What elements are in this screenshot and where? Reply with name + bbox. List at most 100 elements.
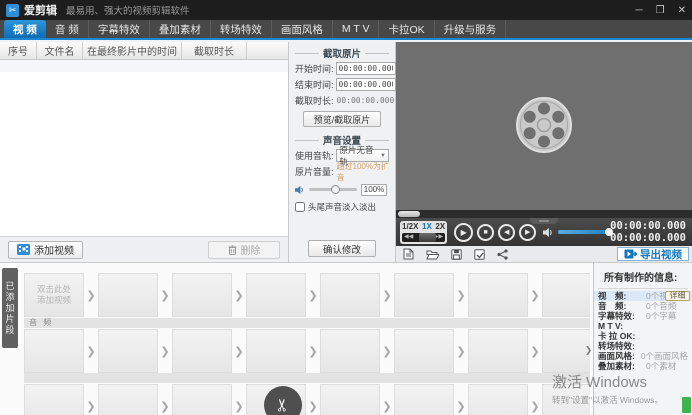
transition-chevron-icon <box>528 400 542 413</box>
share-icon[interactable] <box>497 249 508 260</box>
info-row-video: 视 频: 0个视频 详细 <box>594 291 692 301</box>
timeline-clip-slot[interactable] <box>320 273 380 317</box>
timeline-clip-slot[interactable] <box>24 384 84 415</box>
info-row-mtv: M T V: <box>594 321 692 331</box>
transition-chevron-icon <box>380 400 394 413</box>
timeline-clip-slot[interactable] <box>24 329 84 373</box>
tab-transition-effects[interactable]: 转场特效 <box>211 20 272 38</box>
end-time-input[interactable] <box>336 78 396 91</box>
audio-track-label: 使用音轨: <box>295 149 334 162</box>
tab-mtv[interactable]: M T V <box>333 20 380 38</box>
fade-checkbox[interactable] <box>295 202 305 212</box>
player-toolbar: 导出视频 <box>396 246 692 262</box>
timeline-clip-slot[interactable] <box>468 329 528 373</box>
timeline-clip-slot[interactable] <box>542 273 590 317</box>
col-clip-duration[interactable]: 截取时长 <box>182 42 247 59</box>
tab-audio[interactable]: 音 频 <box>46 20 89 38</box>
transition-chevron-icon <box>232 289 246 302</box>
clip-settings-panel: 截取原片 开始时间: 结束时间: 截取时长: 00:00:00.000 预览/截… <box>289 42 396 262</box>
timeline-clip-slot[interactable] <box>394 384 454 415</box>
rewind-icon: ◀◀ <box>404 233 413 242</box>
volume-slider-knob[interactable] <box>331 185 340 194</box>
stop-button[interactable]: ■ <box>477 224 494 241</box>
minimize-button[interactable]: ─ <box>636 5 643 16</box>
volume-slider[interactable] <box>309 188 357 191</box>
tab-overlay-material[interactable]: 叠加素材 <box>150 20 211 38</box>
timeline-clip-slot[interactable] <box>542 384 590 415</box>
window-controls: ─ ❐ ✕ <box>636 5 686 16</box>
fade-row: 头尾声音淡入淡出 <box>295 201 389 213</box>
tab-upgrade[interactable]: 升级与服务 <box>435 20 507 38</box>
start-time-input[interactable] <box>336 62 396 75</box>
transition-chevron-icon <box>306 289 320 302</box>
timeline-clip-slot[interactable] <box>246 329 306 373</box>
video-preview <box>396 42 692 210</box>
seek-bar[interactable] <box>396 210 692 218</box>
transition-chevron-icon <box>454 400 468 413</box>
timeline-clip-slot[interactable] <box>172 384 232 415</box>
tab-video[interactable]: 视 频 <box>4 20 46 38</box>
tab-subtitle-effects[interactable]: 字幕特效 <box>89 20 150 38</box>
speed-scrubber-knob[interactable] <box>419 233 436 242</box>
timeline-clip-slot[interactable] <box>172 329 232 373</box>
player-volume-slider[interactable] <box>558 230 610 234</box>
preview-trim-button[interactable]: 预览/截取原片 <box>303 111 382 127</box>
file-list-stripe <box>0 60 288 72</box>
end-time-row: 结束时间: <box>295 78 389 91</box>
confirm-changes-button[interactable]: 确认修改 <box>308 240 376 257</box>
timeline-clip-slot[interactable] <box>394 329 454 373</box>
timeline-clip-slot[interactable] <box>320 329 380 373</box>
transition-chevron-icon <box>528 289 542 302</box>
speed-scrubber[interactable]: ◀◀ ▶▶ <box>402 233 445 242</box>
timeline-clip-slot[interactable] <box>98 384 158 415</box>
timeline-clip-slot[interactable] <box>542 329 590 373</box>
tab-karaoke[interactable]: 卡拉OK <box>379 20 434 38</box>
add-video-button[interactable]: 添加视频 <box>8 241 83 259</box>
open-project-icon[interactable] <box>426 249 439 260</box>
tab-picture-style[interactable]: 画面风格 <box>272 20 333 38</box>
export-icon <box>624 249 637 259</box>
timeline-clip-slot[interactable] <box>98 329 158 373</box>
info-panel-expander[interactable] <box>584 339 593 361</box>
timeline-clip-slot[interactable] <box>394 273 454 317</box>
timeline-clip-slot[interactable] <box>98 273 158 317</box>
play-button[interactable]: ▶ <box>454 223 473 242</box>
delete-button[interactable]: 删除 <box>208 241 280 259</box>
controlbar-collapse-handle[interactable] <box>530 218 558 224</box>
new-project-icon[interactable] <box>403 248 414 260</box>
speed-half-button[interactable]: 1/2X <box>402 222 418 232</box>
seek-handle[interactable] <box>398 211 420 217</box>
start-time-row: 开始时间: <box>295 62 389 75</box>
transition-chevron-icon <box>380 289 394 302</box>
info-row-audio: 音 频: 0个音频 <box>594 301 692 311</box>
maximize-button[interactable]: ❐ <box>656 5 665 16</box>
detail-button[interactable]: 详细 <box>665 291 690 301</box>
file-list[interactable] <box>0 60 288 218</box>
transport-buttons: ▶ ■ ◀ ▶ <box>454 223 536 242</box>
timeline-clip-slot[interactable] <box>468 273 528 317</box>
save-project-icon[interactable] <box>451 249 462 260</box>
timeline-clip-slot[interactable] <box>320 384 380 415</box>
trash-icon <box>228 245 237 255</box>
app-window: ✂ 爱剪辑 最易用、强大的视频剪辑软件 ─ ❐ ✕ 视 频 音 频 字幕特效 叠… <box>0 0 692 415</box>
step-forward-button[interactable]: ▶ <box>519 224 536 241</box>
timeline-clip-slot[interactable] <box>246 273 306 317</box>
close-button[interactable]: ✕ <box>678 5 686 16</box>
chevron-down-icon: ▼ <box>380 153 388 159</box>
speed-2x-button[interactable]: 2X <box>435 222 445 232</box>
export-video-button[interactable]: 导出视频 <box>617 247 689 261</box>
timeline-clip-slot[interactable] <box>172 273 232 317</box>
app-tagline: 最易用、强大的视频剪辑软件 <box>66 3 190 17</box>
added-clips-tab[interactable]: 已添加片段 <box>2 268 18 348</box>
save-as-icon[interactable] <box>474 249 485 260</box>
col-index[interactable]: 序号 <box>0 42 37 59</box>
col-time-in-film[interactable]: 在最终影片中的时间 <box>83 42 182 59</box>
volume-value[interactable]: 100% <box>361 184 387 196</box>
add-video-icon <box>17 244 30 255</box>
step-back-button[interactable]: ◀ <box>498 224 515 241</box>
timeline-clip-slot[interactable]: 双击此处 添加视频 <box>24 273 84 317</box>
col-filename[interactable]: 文件名 <box>37 42 83 59</box>
transition-chevron-icon <box>454 289 468 302</box>
speed-1x-button[interactable]: 1X <box>422 222 432 232</box>
timeline-clip-slot[interactable] <box>468 384 528 415</box>
